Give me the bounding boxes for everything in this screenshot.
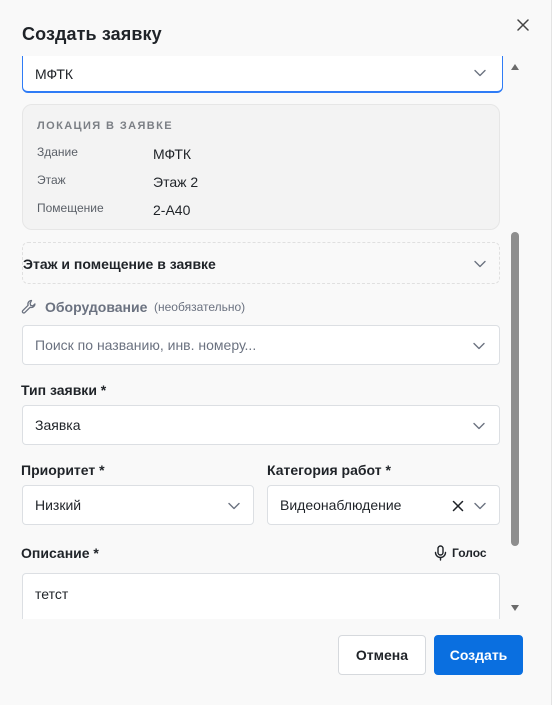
close-icon <box>517 19 529 31</box>
work-category-select[interactable]: Видеонаблюдение <box>267 485 500 525</box>
location-value-room: 2-А40 <box>153 202 191 218</box>
create-request-dialog: Создать заявку МФТК ЛОКАЦИЯ В ЗАЯВКЕ Зда… <box>0 0 552 705</box>
location-card-title: ЛОКАЦИЯ В ЗАЯВКЕ <box>37 120 173 132</box>
chevron-down-icon <box>474 69 486 77</box>
description-label: Описание * <box>21 545 99 561</box>
location-key-room: Помещение <box>37 201 104 215</box>
close-button[interactable] <box>512 14 534 36</box>
chevron-down-icon <box>474 502 486 510</box>
clear-icon <box>452 500 464 512</box>
voice-input-label: Голос <box>452 546 487 560</box>
location-value-floor: Этаж 2 <box>153 174 199 190</box>
request-type-select[interactable]: Заявка <box>22 405 500 445</box>
location-select-value: МФТК <box>35 66 74 82</box>
work-category-label: Категория работ * <box>267 462 391 478</box>
create-button[interactable]: Создать <box>434 635 523 675</box>
scroll-up-icon[interactable] <box>511 64 519 70</box>
location-select[interactable]: МФТК <box>22 56 503 93</box>
equipment-optional-hint: (необязательно) <box>154 300 246 314</box>
cancel-button[interactable]: Отмена <box>338 635 426 675</box>
chevron-down-icon <box>473 342 485 350</box>
scrollbar-thumb[interactable] <box>511 232 519 546</box>
scroll-down-icon[interactable] <box>511 605 519 611</box>
chevron-down-icon <box>228 502 240 510</box>
equipment-search-placeholder: Поиск по названию, инв. номеру... <box>35 337 257 353</box>
priority-select[interactable]: Низкий <box>22 485 254 525</box>
floor-room-toggle-label: Этаж и помещение в заявке <box>23 256 216 272</box>
equipment-label: Оборудование <box>45 299 148 315</box>
description-value: тетст <box>35 586 69 602</box>
description-textarea[interactable]: тетст <box>22 573 500 619</box>
location-value-building: МФТК <box>153 146 192 162</box>
priority-value: Низкий <box>35 497 82 513</box>
equipment-search-input[interactable]: Поиск по названию, инв. номеру... <box>22 325 500 365</box>
microphone-icon <box>434 545 447 561</box>
work-category-value: Видеонаблюдение <box>280 497 402 513</box>
wrench-icon <box>21 299 36 314</box>
request-type-value: Заявка <box>35 417 81 433</box>
form-scroll-area[interactable]: МФТК ЛОКАЦИЯ В ЗАЯВКЕ Здание МФТК Этаж Э… <box>0 56 552 619</box>
clear-selection-button[interactable] <box>451 499 465 513</box>
priority-label: Приоритет * <box>21 462 105 478</box>
location-key-floor: Этаж <box>37 173 66 187</box>
location-card: ЛОКАЦИЯ В ЗАЯВКЕ Здание МФТК Этаж Этаж 2… <box>22 104 500 230</box>
chevron-down-icon <box>473 422 485 430</box>
location-key-building: Здание <box>37 145 78 159</box>
voice-input-button[interactable]: Голос <box>434 543 487 563</box>
request-type-label: Тип заявки * <box>21 382 107 398</box>
floor-room-toggle[interactable]: Этаж и помещение в заявке <box>22 242 500 284</box>
dialog-title: Создать заявку <box>22 24 162 44</box>
chevron-down-icon <box>474 260 486 268</box>
